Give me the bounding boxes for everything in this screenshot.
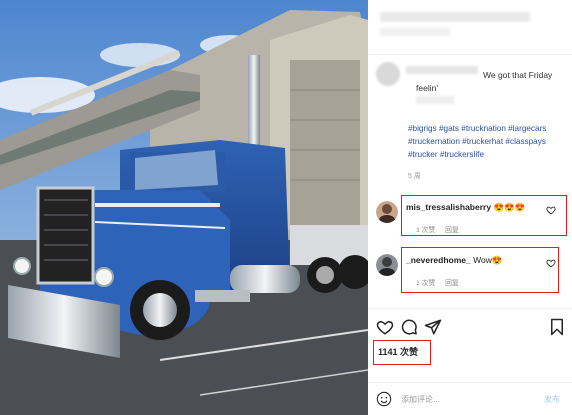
caption-text-line2: feelin' — [416, 83, 438, 93]
comment-avatar[interactable] — [376, 254, 398, 276]
blurred-header-sub — [380, 28, 450, 36]
hashtag[interactable]: #classpays — [505, 137, 546, 146]
emoji-icon[interactable] — [376, 391, 392, 407]
divider — [368, 308, 572, 309]
share-icon[interactable] — [424, 318, 442, 336]
blurred-caption-username — [406, 66, 478, 74]
instagram-post: We got that Friday feelin' #bigrigs #gat… — [0, 0, 572, 415]
caption-avatar[interactable] — [376, 62, 400, 86]
truck-photo — [0, 0, 368, 415]
caption-text-line1: We got that Friday — [483, 70, 553, 80]
action-bar — [368, 312, 572, 342]
post-button[interactable]: 发布 — [544, 394, 560, 405]
post-photo[interactable] — [0, 0, 368, 415]
hashtag[interactable]: #truckerhat — [462, 137, 503, 146]
hashtag[interactable]: #truckerslife — [440, 150, 484, 159]
hashtag[interactable]: #largecars — [508, 124, 546, 133]
divider — [368, 54, 572, 55]
highlight-box — [401, 247, 559, 293]
post-header — [368, 0, 572, 54]
post-time[interactable]: 5 周 — [408, 171, 421, 181]
hashtag[interactable]: #bigrigs — [408, 124, 437, 133]
hashtag[interactable]: #truckernation — [408, 137, 460, 146]
bookmark-icon[interactable] — [548, 318, 566, 336]
comment-icon[interactable] — [400, 318, 418, 336]
highlight-box — [373, 340, 431, 365]
hashtag[interactable]: #trucker — [408, 150, 438, 159]
post-sidebar: We got that Friday feelin' #bigrigs #gat… — [368, 0, 572, 415]
comment-input[interactable]: 添加评论... — [401, 394, 440, 405]
hashtag-list: #bigrigs #gats #trucknation #largecars #… — [408, 122, 570, 161]
blurred-caption-extra — [416, 96, 454, 104]
hashtag[interactable]: #gats — [439, 124, 459, 133]
hashtag[interactable]: #trucknation — [461, 124, 506, 133]
heart-icon[interactable] — [376, 318, 394, 336]
comment-avatar[interactable] — [376, 201, 398, 223]
blurred-header-username — [380, 12, 530, 22]
add-comment-bar: 添加评论... 发布 — [368, 383, 572, 415]
highlight-box — [401, 195, 567, 236]
